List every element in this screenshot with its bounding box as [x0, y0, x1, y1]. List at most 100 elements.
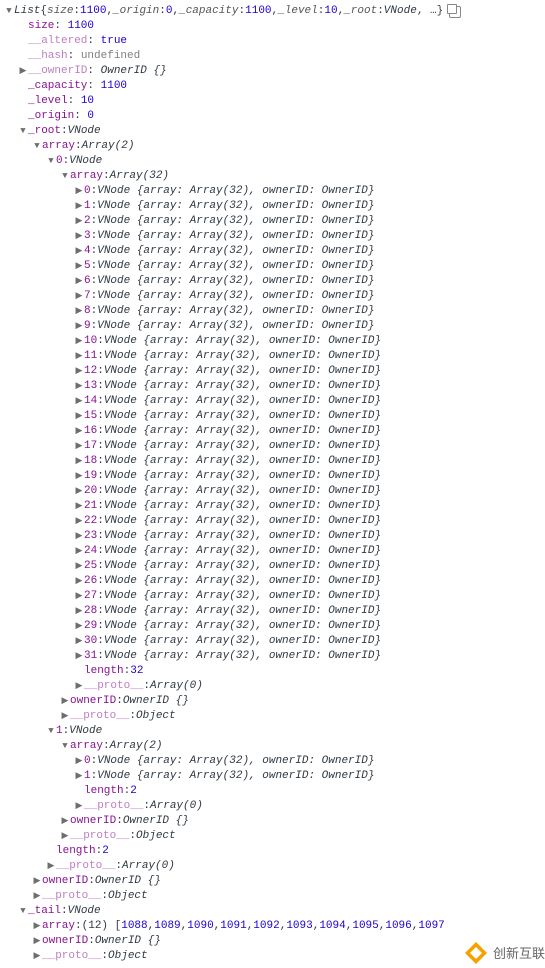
tree-row[interactable]: 25: VNode {array: Array(32), ownerID: Ow… — [4, 559, 541, 574]
expand-toggle[interactable] — [74, 559, 84, 574]
expand-toggle[interactable] — [74, 244, 84, 259]
expand-toggle[interactable] — [74, 229, 84, 244]
expand-toggle[interactable] — [74, 454, 84, 469]
copy-icon[interactable] — [449, 6, 461, 18]
tree-row[interactable]: 30: VNode {array: Array(32), ownerID: Ow… — [4, 634, 541, 649]
expand-toggle[interactable] — [74, 214, 84, 229]
expand-toggle[interactable] — [32, 889, 42, 904]
expand-toggle[interactable] — [32, 874, 42, 889]
tree-row[interactable]: 3: VNode {array: Array(32), ownerID: Own… — [4, 229, 541, 244]
tree-row[interactable]: 27: VNode {array: Array(32), ownerID: Ow… — [4, 589, 541, 604]
tree-row[interactable]: ownerID: OwnerID {} — [4, 874, 541, 889]
expand-toggle[interactable] — [32, 919, 42, 934]
tree-row[interactable]: array: Array(2) — [4, 739, 541, 754]
tree-row[interactable]: 2: VNode {array: Array(32), ownerID: Own… — [4, 214, 541, 229]
tree-row[interactable]: 26: VNode {array: Array(32), ownerID: Ow… — [4, 574, 541, 589]
expand-toggle[interactable] — [74, 184, 84, 199]
tree-row[interactable]: List {size: 1100, _origin: 0, _capacity:… — [4, 4, 541, 19]
tree-row[interactable]: 15: VNode {array: Array(32), ownerID: Ow… — [4, 409, 541, 424]
tree-row[interactable]: _tail: VNode — [4, 904, 541, 919]
tree-row[interactable]: 19: VNode {array: Array(32), ownerID: Ow… — [4, 469, 541, 484]
tree-row[interactable]: 23: VNode {array: Array(32), ownerID: Ow… — [4, 529, 541, 544]
tree-row[interactable]: ownerID: OwnerID {} — [4, 814, 541, 829]
expand-toggle[interactable] — [74, 319, 84, 334]
tree-row[interactable]: 5: VNode {array: Array(32), ownerID: Own… — [4, 259, 541, 274]
expand-toggle[interactable] — [74, 649, 84, 664]
tree-row[interactable]: 12: VNode {array: Array(32), ownerID: Ow… — [4, 364, 541, 379]
tree-row[interactable]: 0: VNode {array: Array(32), ownerID: Own… — [4, 754, 541, 769]
expand-toggle[interactable] — [74, 394, 84, 409]
expand-toggle[interactable] — [46, 859, 56, 874]
expand-toggle[interactable] — [74, 424, 84, 439]
tree-row[interactable]: __proto__: Array(0) — [4, 679, 541, 694]
tree-row[interactable]: size: 1100 — [4, 19, 541, 34]
tree-row[interactable]: length: 2 — [4, 784, 541, 799]
tree-row[interactable]: 18: VNode {array: Array(32), ownerID: Ow… — [4, 454, 541, 469]
expand-toggle[interactable] — [74, 754, 84, 769]
expand-toggle[interactable] — [32, 139, 42, 154]
tree-row[interactable]: length: 2 — [4, 844, 541, 859]
expand-toggle[interactable] — [74, 469, 84, 484]
expand-toggle[interactable] — [46, 154, 56, 169]
tree-row[interactable]: 24: VNode {array: Array(32), ownerID: Ow… — [4, 544, 541, 559]
tree-row[interactable]: __proto__: Object — [4, 709, 541, 724]
expand-toggle[interactable] — [18, 64, 28, 79]
expand-toggle[interactable] — [74, 439, 84, 454]
tree-row[interactable]: 1: VNode {array: Array(32), ownerID: Own… — [4, 769, 541, 784]
expand-toggle[interactable] — [60, 694, 70, 709]
tree-row[interactable]: 7: VNode {array: Array(32), ownerID: Own… — [4, 289, 541, 304]
tree-row[interactable]: _origin: 0 — [4, 109, 541, 124]
expand-toggle[interactable] — [74, 544, 84, 559]
tree-row[interactable]: 17: VNode {array: Array(32), ownerID: Ow… — [4, 439, 541, 454]
tree-row[interactable]: 9: VNode {array: Array(32), ownerID: Own… — [4, 319, 541, 334]
expand-toggle[interactable] — [74, 769, 84, 784]
expand-toggle[interactable] — [74, 409, 84, 424]
expand-toggle[interactable] — [60, 709, 70, 724]
expand-toggle[interactable] — [74, 529, 84, 544]
expand-toggle[interactable] — [74, 259, 84, 274]
tree-row[interactable]: 11: VNode {array: Array(32), ownerID: Ow… — [4, 349, 541, 364]
tree-row[interactable]: 4: VNode {array: Array(32), ownerID: Own… — [4, 244, 541, 259]
tree-row[interactable]: __hash: undefined — [4, 49, 541, 64]
expand-toggle[interactable] — [74, 514, 84, 529]
tree-row[interactable]: _capacity: 1100 — [4, 79, 541, 94]
tree-row[interactable]: 1: VNode — [4, 724, 541, 739]
tree-row[interactable]: __proto__: Array(0) — [4, 859, 541, 874]
expand-toggle[interactable] — [74, 574, 84, 589]
expand-toggle[interactable] — [74, 289, 84, 304]
tree-row[interactable]: 22: VNode {array: Array(32), ownerID: Ow… — [4, 514, 541, 529]
expand-toggle[interactable] — [60, 829, 70, 844]
expand-toggle[interactable] — [74, 364, 84, 379]
expand-toggle[interactable] — [60, 739, 70, 754]
tree-row[interactable]: 1: VNode {array: Array(32), ownerID: Own… — [4, 199, 541, 214]
expand-toggle[interactable] — [74, 274, 84, 289]
expand-toggle[interactable] — [4, 4, 14, 19]
tree-row[interactable]: 13: VNode {array: Array(32), ownerID: Ow… — [4, 379, 541, 394]
tree-row[interactable]: 29: VNode {array: Array(32), ownerID: Ow… — [4, 619, 541, 634]
expand-toggle[interactable] — [74, 634, 84, 649]
expand-toggle[interactable] — [74, 619, 84, 634]
tree-row[interactable]: 16: VNode {array: Array(32), ownerID: Ow… — [4, 424, 541, 439]
tree-row[interactable]: 28: VNode {array: Array(32), ownerID: Ow… — [4, 604, 541, 619]
expand-toggle[interactable] — [46, 724, 56, 739]
tree-row[interactable]: __proto__: Object — [4, 829, 541, 844]
expand-toggle[interactable] — [74, 604, 84, 619]
tree-row[interactable]: 10: VNode {array: Array(32), ownerID: Ow… — [4, 334, 541, 349]
tree-row[interactable]: length: 32 — [4, 664, 541, 679]
tree-row[interactable]: 8: VNode {array: Array(32), ownerID: Own… — [4, 304, 541, 319]
expand-toggle[interactable] — [74, 799, 84, 814]
expand-toggle[interactable] — [74, 679, 84, 694]
expand-toggle[interactable] — [74, 484, 84, 499]
expand-toggle[interactable] — [32, 934, 42, 949]
tree-row[interactable]: ownerID: OwnerID {} — [4, 694, 541, 709]
expand-toggle[interactable] — [74, 304, 84, 319]
expand-toggle[interactable] — [74, 499, 84, 514]
expand-toggle[interactable] — [18, 124, 28, 139]
expand-toggle[interactable] — [60, 814, 70, 829]
tree-row[interactable]: array: (12) [1088, 1089, 1090, 1091, 109… — [4, 919, 541, 934]
tree-row[interactable]: __altered: true — [4, 34, 541, 49]
expand-toggle[interactable] — [74, 589, 84, 604]
tree-row[interactable]: _level: 10 — [4, 94, 541, 109]
tree-row[interactable]: 20: VNode {array: Array(32), ownerID: Ow… — [4, 484, 541, 499]
tree-row[interactable]: __proto__: Array(0) — [4, 799, 541, 814]
